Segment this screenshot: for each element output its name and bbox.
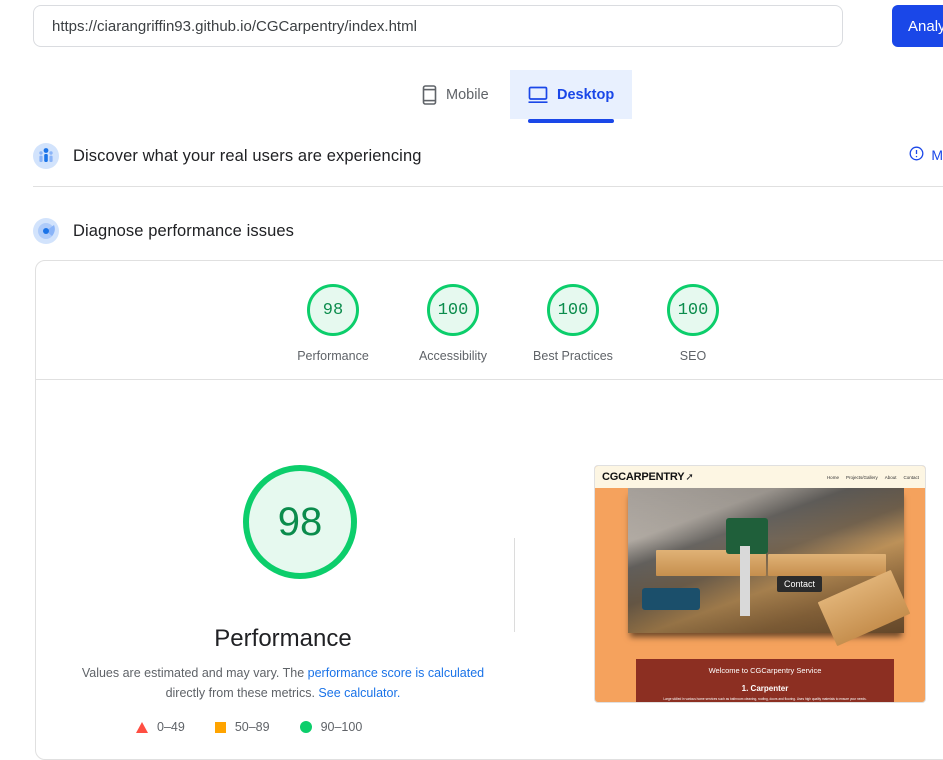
- score-performance-value: 98: [307, 284, 359, 336]
- thumbnail-nav-home: Home: [826, 474, 839, 480]
- performance-summary: 98 Performance Values are estimated and …: [36, 380, 551, 759]
- score-accessibility[interactable]: 100 Accessibility: [393, 284, 513, 363]
- mobile-icon: [422, 84, 437, 105]
- url-input[interactable]: [33, 5, 843, 47]
- performance-note-text-2: directly from these metrics.: [165, 686, 319, 700]
- section-discover: Discover what your real users are experi…: [0, 127, 943, 185]
- performance-note: Values are estimated and may vary. The p…: [71, 663, 495, 703]
- tab-desktop-label: Desktop: [557, 86, 615, 103]
- see-calculator-link[interactable]: See calculator.: [318, 686, 400, 700]
- performance-gauge-label: Performance: [214, 625, 352, 652]
- category-scores: 98 Performance 100 Accessibility 100 Bes…: [36, 261, 943, 379]
- score-accessibility-label: Accessibility: [418, 349, 488, 363]
- thumbnail-navbar: CGCARPENTRY ➚ Home Projects/Gallery Abou…: [595, 466, 925, 488]
- thumbnail-banner: Welcome to CGCarpentry Service 1. Carpen…: [636, 659, 894, 702]
- thumbnail-hero-image: Contact: [628, 488, 911, 647]
- score-performance-label: Performance: [297, 349, 369, 363]
- more-info-label: M: [931, 147, 943, 163]
- score-legend: 0–49 50–89 90–100: [136, 720, 362, 734]
- legend-high-range: 90–100: [320, 720, 363, 734]
- legend-low-range: 0–49: [157, 720, 185, 734]
- thumbnail-logo: CGCARPENTRY: [602, 471, 685, 483]
- section-divider: [33, 186, 943, 187]
- thumbnail-banner-subtitle: 1. Carpenter: [741, 684, 789, 693]
- thumbnail-nav-projects: Projects/Gallery: [845, 474, 878, 480]
- score-best-practices-label: Best Practices: [533, 349, 613, 363]
- tab-active-indicator: [528, 119, 615, 123]
- more-info-link[interactable]: M: [909, 146, 943, 164]
- square-icon: [214, 721, 226, 733]
- performance-score-link[interactable]: performance score is calculated: [308, 666, 484, 680]
- legend-item-high: 90–100: [299, 720, 363, 734]
- score-performance[interactable]: 98 Performance: [273, 284, 393, 363]
- form-factor-tabs: Mobile Desktop: [0, 70, 943, 123]
- section-diagnose-title: Diagnose performance issues: [73, 221, 294, 240]
- hammer-icon: ➚: [685, 471, 694, 483]
- circle-icon: [299, 721, 312, 733]
- desktop-icon: [528, 86, 548, 104]
- score-seo[interactable]: 100 SEO: [633, 284, 753, 363]
- thumbnail-nav-contact: Contact: [903, 474, 919, 480]
- performance-note-text-1: Values are estimated and may vary. The: [81, 666, 308, 680]
- section-diagnose: Diagnose performance issues: [0, 202, 943, 260]
- tab-desktop[interactable]: Desktop: [510, 70, 633, 123]
- score-best-practices-value: 100: [547, 284, 599, 336]
- legend-item-low: 0–49: [136, 720, 185, 734]
- score-accessibility-value: 100: [427, 284, 479, 336]
- score-seo-value: 100: [667, 284, 719, 336]
- lab-data-icon: [33, 218, 59, 244]
- legend-item-mid: 50–89: [214, 720, 270, 734]
- thumbnail-banner-text: Large skilled in various home services s…: [663, 697, 867, 701]
- section-discover-title: Discover what your real users are experi…: [73, 146, 422, 165]
- thumbnail-tooltip: Contact: [777, 576, 823, 592]
- toolbar: Analyze: [0, 0, 943, 56]
- thumbnail-banner-title: Welcome to CGCarpentry Service: [708, 666, 822, 675]
- thumbnail-nav-about: About: [884, 474, 897, 480]
- performance-gauge-value: 98: [243, 465, 357, 579]
- score-seo-label: SEO: [679, 349, 707, 363]
- tab-mobile[interactable]: Mobile: [404, 70, 507, 119]
- triangle-icon: [136, 721, 148, 733]
- page-screenshot-thumbnail: CGCARPENTRY ➚ Home Projects/Gallery Abou…: [594, 465, 926, 703]
- score-best-practices[interactable]: 100 Best Practices: [513, 284, 633, 363]
- info-icon: [909, 146, 924, 164]
- legend-mid-range: 50–89: [234, 720, 270, 734]
- vertical-divider: [514, 538, 515, 632]
- analyze-button[interactable]: Analyze: [892, 5, 943, 47]
- tab-mobile-label: Mobile: [446, 86, 489, 103]
- field-data-icon: [33, 143, 59, 169]
- thumbnail-nav-links: Home Projects/Gallery About Contact: [827, 475, 919, 480]
